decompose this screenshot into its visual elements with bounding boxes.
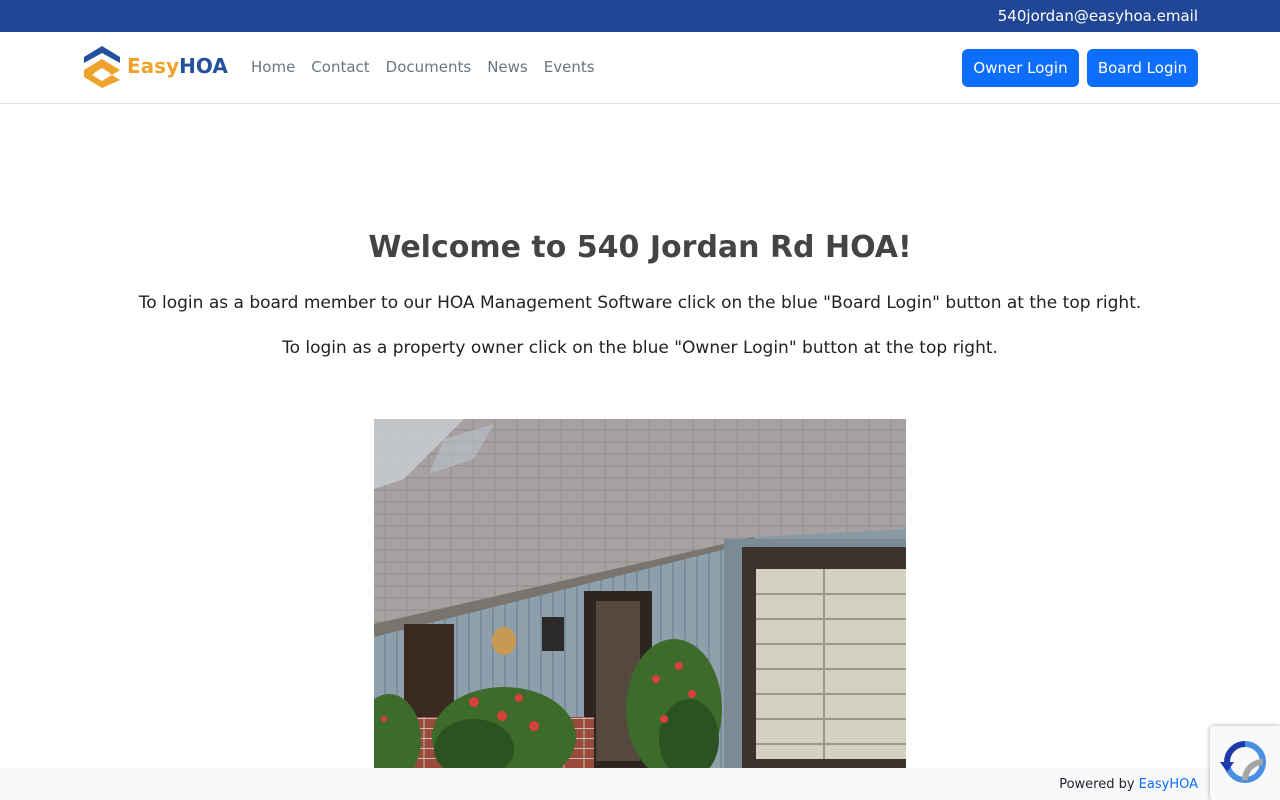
footer: Powered by EasyHOA: [0, 768, 1280, 800]
nav-events[interactable]: Events: [536, 58, 603, 76]
owner-login-instructions: To login as a property owner click on th…: [282, 338, 998, 358]
nav-news[interactable]: News: [479, 58, 536, 76]
house-logo-icon: [84, 46, 120, 88]
board-login-button[interactable]: Board Login: [1087, 49, 1198, 87]
page-title: Welcome to 540 Jordan Rd HOA!: [368, 230, 912, 265]
owner-login-button[interactable]: Owner Login: [962, 49, 1079, 87]
contact-email[interactable]: 540jordan@easyhoa.email: [998, 7, 1198, 25]
easyhoa-logo[interactable]: EasyHOA: [82, 45, 232, 89]
nav-contact[interactable]: Contact: [303, 58, 377, 76]
brand-name: EasyHOA: [127, 54, 228, 78]
board-login-instructions: To login as a board member to our HOA Ma…: [138, 293, 1142, 313]
main-nav: Home Contact Documents News Events: [243, 58, 603, 76]
powered-by-text: Powered by EasyHOA: [1059, 777, 1198, 792]
easyhoa-link[interactable]: EasyHOA: [1139, 777, 1198, 792]
recaptcha-icon: [1220, 741, 1266, 783]
nav-home[interactable]: Home: [243, 58, 303, 76]
navbar: EasyHOA Home Contact Documents News Even…: [0, 32, 1280, 104]
recaptcha-badge[interactable]: [1210, 726, 1280, 800]
top-bar: 540jordan@easyhoa.email: [0, 0, 1280, 32]
nav-documents[interactable]: Documents: [378, 58, 480, 76]
community-photo: [374, 419, 906, 779]
